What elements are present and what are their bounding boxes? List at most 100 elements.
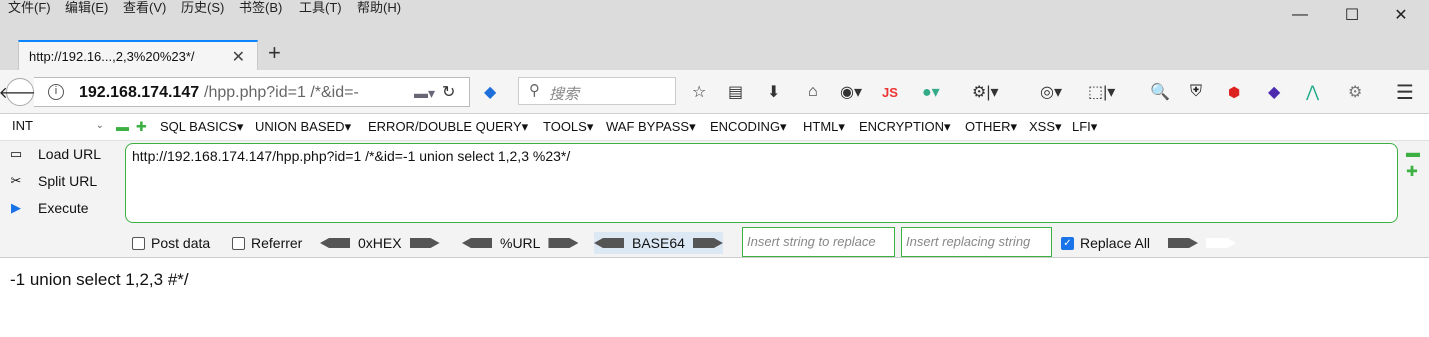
hamburger-menu-icon[interactable]: ☰ <box>1396 82 1414 104</box>
zoom-icon[interactable]: 🔍 <box>1150 82 1170 102</box>
menu-waf-bypass[interactable]: WAF BYPASS▾ <box>606 119 696 135</box>
hackbar-menu: INT ⌄ ▬ ✚ SQL BASICS▾ UNION BASED▾ ERROR… <box>0 114 1429 140</box>
type-select-value: INT <box>12 118 33 133</box>
referrer-check[interactable] <box>232 236 245 250</box>
replace-backward-arrow-icon[interactable] <box>1206 238 1236 248</box>
menu-bookmarks[interactable]: 书签(B) <box>239 0 282 16</box>
execute-icon: ▶ <box>11 200 21 215</box>
referrer-checkbox[interactable]: Referrer <box>232 232 302 254</box>
url-path: /hpp.php?id=1 /*&id=- <box>204 84 359 101</box>
minimize-button[interactable]: — <box>1277 0 1323 30</box>
menu-tools[interactable]: TOOLS▾ <box>543 119 593 135</box>
minus-icon[interactable]: ▬ <box>116 119 129 134</box>
plus-icon[interactable]: ✚ <box>136 119 147 135</box>
color-icon[interactable]: ●▾ <box>922 82 940 102</box>
hex-label: 0xHEX <box>358 235 402 251</box>
home-icon[interactable]: ⌂ <box>808 82 818 102</box>
split-url-label: Split URL <box>38 173 98 189</box>
base64-encode-arrow-icon[interactable] <box>594 238 624 248</box>
replacing-string-input[interactable]: Insert replacing string <box>901 227 1052 257</box>
diamond-icon[interactable]: ◆ <box>1268 82 1280 102</box>
menu-help[interactable]: 帮助(H) <box>357 0 401 16</box>
hackbar-panel: ▭ Load URL ✂ Split URL ▶ Execute http://… <box>0 140 1429 258</box>
replace-all-checkbox[interactable]: ✓ Replace All <box>1061 232 1150 254</box>
referrer-label: Referrer <box>251 235 303 251</box>
execute-label: Execute <box>38 200 89 216</box>
new-tab-button[interactable]: + <box>268 42 281 64</box>
expand-icon[interactable]: ✚ <box>1406 164 1418 178</box>
reload-icon[interactable]: ↻ <box>442 82 455 102</box>
menu-xss[interactable]: XSS▾ <box>1029 119 1062 135</box>
search-input[interactable]: ⚲ 搜索 <box>518 77 676 105</box>
post-data-checkbox[interactable]: Post data <box>132 232 210 254</box>
search-placeholder: 搜索 <box>549 86 580 103</box>
nav-toolbar: 🡐 i 192.168.174.147 /hpp.php?id=1 /*&id=… <box>0 70 1429 114</box>
tab-active[interactable]: http://192.16...,2,3%20%23*/ ✕ <box>18 40 258 70</box>
menu-sql-basics[interactable]: SQL BASICS▾ <box>160 119 243 135</box>
js-icon[interactable]: JS <box>882 82 898 102</box>
menu-file[interactable]: 文件(F) <box>8 0 51 16</box>
menu-other[interactable]: OTHER▾ <box>965 119 1017 135</box>
url-encode-arrow-icon[interactable] <box>462 238 492 248</box>
base64-decode-arrow-icon[interactable] <box>692 238 723 248</box>
load-url-icon: ▭ <box>9 146 23 161</box>
download-icon[interactable]: ⬇ <box>767 82 780 102</box>
close-window-button[interactable]: ✕ <box>1378 0 1424 30</box>
menu-lfi[interactable]: LFI▾ <box>1072 119 1097 135</box>
menu-view[interactable]: 查看(V) <box>123 0 166 16</box>
cookie-icon[interactable]: ⚙|▾ <box>972 82 999 102</box>
replace-string-input[interactable]: Insert string to replace <box>742 227 895 257</box>
hex-decode-arrow-icon[interactable] <box>409 238 440 248</box>
hex-encode-arrow-icon[interactable] <box>320 238 350 248</box>
menu-html[interactable]: HTML▾ <box>803 119 845 135</box>
star-icon[interactable]: ☆ <box>692 82 706 102</box>
menu-error-double-query[interactable]: ERROR/DOUBLE QUERY▾ <box>368 119 528 135</box>
menu-union-based[interactable]: UNION BASED▾ <box>255 119 351 135</box>
proxy-icon[interactable]: ◎▾ <box>1040 82 1062 102</box>
split-url-button[interactable]: ✂ Split URL <box>8 170 98 192</box>
page-output: -1 union select 1,2,3 #*/ <box>10 270 189 289</box>
globe-icon[interactable]: ◉▾ <box>840 82 862 102</box>
load-url-button[interactable]: ▭ Load URL <box>8 143 101 165</box>
shield-icon[interactable]: ⛨ <box>1190 82 1202 102</box>
wappalyzer-icon[interactable]: ⋀ <box>1306 82 1319 102</box>
address-bar[interactable]: i 192.168.174.147 /hpp.php?id=1 /*&id=- … <box>34 77 470 107</box>
post-data-label: Post data <box>151 235 211 251</box>
url-textarea[interactable]: http://192.168.174.147/hpp.php?id=1 /*&i… <box>125 143 1398 223</box>
adblock-icon[interactable]: ⬢ <box>1228 82 1240 102</box>
url-host: 192.168.174.147 <box>79 84 200 101</box>
reader-icon[interactable]: ▤ <box>728 82 743 102</box>
menu-history[interactable]: 历史(S) <box>181 0 224 16</box>
search-icon: ⚲ <box>529 82 540 99</box>
type-select[interactable]: INT ⌄ <box>4 116 108 137</box>
split-url-icon: ✂ <box>10 173 22 188</box>
url-decode-arrow-icon[interactable] <box>548 238 579 248</box>
shrink-icon[interactable]: ▬ <box>1406 145 1420 159</box>
bookmark-bird-icon[interactable]: ◆ <box>484 82 496 102</box>
replace-forward-arrow-icon[interactable] <box>1168 238 1198 248</box>
menu-encoding[interactable]: ENCODING▾ <box>710 119 787 135</box>
menu-tools[interactable]: 工具(T) <box>299 0 342 16</box>
settings-icon[interactable]: ⚙ <box>1348 82 1362 102</box>
menu-edit[interactable]: 编辑(E) <box>65 0 108 16</box>
chevron-down-icon: ⌄ <box>95 120 104 131</box>
maximize-button[interactable]: ☐ <box>1329 0 1375 30</box>
base64-label: BASE64 <box>632 235 685 251</box>
menu-encryption[interactable]: ENCRYPTION▾ <box>859 119 951 135</box>
info-icon[interactable]: i <box>48 84 64 100</box>
post-data-check[interactable] <box>132 236 145 250</box>
replace-all-check[interactable]: ✓ <box>1061 236 1074 250</box>
menubar: 文件(F) 编辑(E) 查看(V) 历史(S) 书签(B) 工具(T) 帮助(H… <box>0 0 1429 38</box>
base64-encoder: BASE64 <box>594 232 723 254</box>
tab-strip: http://192.16...,2,3%20%23*/ ✕ + <box>0 38 1429 70</box>
url-label: %URL <box>500 235 541 251</box>
replace-all-label: Replace All <box>1080 235 1151 251</box>
tab-close-icon[interactable]: ✕ <box>232 47 245 67</box>
back-button[interactable]: 🡐 <box>0 78 41 106</box>
screenshot-icon[interactable]: ⬚|▾ <box>1088 82 1115 102</box>
load-url-label: Load URL <box>38 146 102 162</box>
replace-arrows <box>1168 232 1236 254</box>
execute-button[interactable]: ▶ Execute <box>8 197 89 219</box>
tab-title: http://192.16...,2,3%20%23*/ <box>29 48 195 64</box>
page-action-icon[interactable]: ▬▾ <box>414 83 435 103</box>
